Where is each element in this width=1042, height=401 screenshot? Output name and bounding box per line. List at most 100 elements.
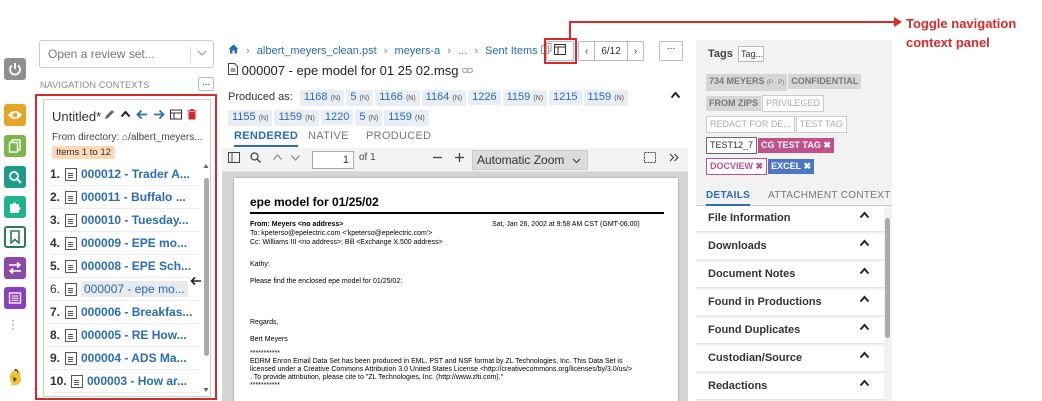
production-chip[interactable]: 1166 (N) (375, 90, 420, 106)
list-item[interactable]: 1. 000012 - Trader A... (50, 163, 200, 186)
tag-chip[interactable]: REDACT FOR DE... (706, 116, 795, 133)
details-section-header[interactable]: Found in Productions (696, 290, 884, 316)
tab-details[interactable]: DETAILS (706, 190, 751, 206)
production-number: 1159 (278, 111, 303, 123)
more-apps-icon[interactable]: · · · (11, 314, 15, 334)
production-chip[interactable]: 1164 (N) (421, 90, 467, 106)
tab-rendered[interactable]: RENDERED (234, 130, 299, 147)
viewer-more-button[interactable]: ... (659, 41, 683, 61)
details-section-header[interactable]: Downloads (696, 234, 884, 260)
remove-tag-icon[interactable]: ✖ (803, 161, 811, 171)
arrow-left-icon[interactable] (136, 109, 148, 123)
production-chip[interactable]: 1215 (549, 90, 582, 105)
document-list-scroll-thumb[interactable] (204, 178, 209, 356)
home-icon[interactable] (228, 44, 242, 57)
tag-chip[interactable]: CONFIDENTIAL (788, 74, 862, 89)
production-number: 1159 (587, 91, 612, 103)
list-item[interactable]: 10. 000003 - How ar... (50, 370, 200, 393)
document-file-icon (65, 282, 77, 296)
tag-chip[interactable]: DOCVIEW ✖ (706, 158, 768, 175)
review-set-select[interactable]: Open a review set... (39, 40, 214, 68)
breadcrumb-ellipsis[interactable]: ... (458, 45, 467, 57)
find-icon[interactable] (250, 152, 261, 166)
link-icon[interactable] (461, 63, 474, 78)
production-native-flag: (N) (405, 95, 416, 102)
list-icon[interactable] (4, 287, 26, 309)
production-chip[interactable]: 5 (N) (346, 90, 374, 106)
details-section-header[interactable]: Found Duplicates (696, 318, 884, 344)
details-scrollbar[interactable] (885, 218, 890, 338)
production-chip[interactable]: 1159 (N) (384, 110, 429, 126)
list-item[interactable]: 11.000002 - EPE Sc... (50, 393, 200, 396)
arrow-right-icon[interactable] (153, 109, 165, 123)
chevron-up-icon[interactable] (120, 109, 131, 123)
power-icon[interactable] (4, 58, 26, 80)
presentation-mode-icon[interactable] (644, 152, 656, 166)
previous-page-icon[interactable] (272, 152, 283, 166)
breadcrumb-sent-items[interactable]: Sent Items (485, 45, 538, 57)
production-chip[interactable]: 1159 (N) (274, 110, 319, 126)
pdf-viewer-area[interactable]: epe model for 01/25/02 From: Meyers <no … (222, 172, 688, 401)
production-chip[interactable]: 1159 (N) (583, 90, 628, 106)
toggle-navigation-context-button[interactable] (546, 41, 574, 61)
tag-chip[interactable]: TEST TAG (795, 116, 847, 133)
email-header-rule (250, 212, 664, 214)
remove-tag-icon[interactable]: ✖ (823, 140, 831, 150)
tag-chip[interactable]: PRIVILEGED (762, 95, 825, 112)
list-item[interactable]: 5. 000008 - EPE Sch... (50, 255, 200, 278)
documents-icon[interactable] (4, 135, 26, 157)
production-chip[interactable]: 5 (N) (355, 110, 383, 126)
sidebar-toggle-icon[interactable] (228, 152, 240, 166)
tab-native[interactable]: NATIVE (308, 130, 349, 142)
breadcrumb-folder[interactable]: meyers-a (394, 45, 440, 57)
from-directory-text: From directory: ⌂/albert_meyers... (52, 132, 203, 143)
trash-icon[interactable] (187, 109, 197, 123)
tab-attachment-context[interactable]: ATTACHMENT CONTEXT (768, 190, 891, 201)
zoom-out-icon[interactable] (432, 152, 443, 166)
remove-tag-icon[interactable]: ✖ (756, 161, 764, 171)
details-section-header[interactable]: File Information (696, 206, 884, 232)
previous-document-button[interactable]: ‹ (579, 42, 596, 60)
breadcrumb-pst[interactable]: albert_meyers_clean.pst (257, 45, 377, 57)
list-view-icon[interactable] (170, 109, 182, 123)
bookmark-icon[interactable] (4, 226, 26, 248)
swap-icon[interactable] (4, 257, 26, 279)
puzzle-icon[interactable] (4, 196, 26, 218)
tag-chip[interactable]: 734 MEYERS (P - P) (706, 74, 788, 91)
list-item[interactable]: 8. 000005 - RE How... (50, 324, 200, 347)
tag-chip[interactable]: CG TEST TAG ✖ (758, 138, 834, 153)
nav-contexts-more-button[interactable]: ... (198, 77, 214, 91)
production-chip[interactable]: 1220 (320, 110, 354, 125)
production-chip[interactable]: 1155 (N) (228, 110, 273, 126)
document-file-icon (65, 236, 77, 250)
chevron-up-icon[interactable] (670, 90, 681, 104)
list-item[interactable]: 7. 000006 - Breakfas... (50, 301, 200, 324)
page-number-input[interactable]: 1 (312, 151, 354, 169)
production-chip[interactable]: 1226 (468, 90, 501, 105)
details-section-header[interactable]: Custodian/Source (696, 346, 884, 372)
tag-chip[interactable]: EXCEL ✖ (768, 159, 814, 174)
production-chip[interactable]: 1168 (N) (299, 90, 345, 106)
zoom-in-icon[interactable] (454, 152, 465, 166)
list-item[interactable]: 3. 000010 - Tuesday... (50, 209, 200, 232)
pencil-icon[interactable] (104, 109, 115, 123)
list-item[interactable]: 9. 000004 - ADS Ma... (50, 347, 200, 370)
details-section-header[interactable]: Redactions (696, 374, 884, 400)
list-item[interactable]: 2. 000011 - Buffalo ... (50, 186, 200, 209)
zoom-select[interactable]: Automatic Zoom (472, 150, 588, 170)
next-page-icon[interactable] (290, 152, 301, 166)
eye-icon[interactable] (4, 104, 26, 126)
tab-produced[interactable]: PRODUCED (366, 130, 431, 142)
tag-chip[interactable]: TEST12_7 (706, 137, 758, 154)
document-pager: ‹ 6/12 › (578, 41, 645, 61)
details-section-header[interactable]: Document Notes (696, 262, 884, 288)
email-stars-bottom: *********** (250, 382, 280, 389)
next-document-button[interactable]: › (628, 42, 643, 60)
search-icon[interactable] (4, 166, 26, 188)
list-item[interactable]: 6. 000007 - epe mo... (50, 278, 200, 301)
double-chevron-right-icon[interactable] (668, 152, 680, 166)
tag-chip[interactable]: FROM ZIPS (706, 96, 761, 111)
tag-input[interactable]: Tag... (738, 46, 764, 62)
list-item[interactable]: 4. 000009 - EPE mo... (50, 232, 200, 255)
production-chip[interactable]: 1159 (N) (502, 90, 548, 106)
